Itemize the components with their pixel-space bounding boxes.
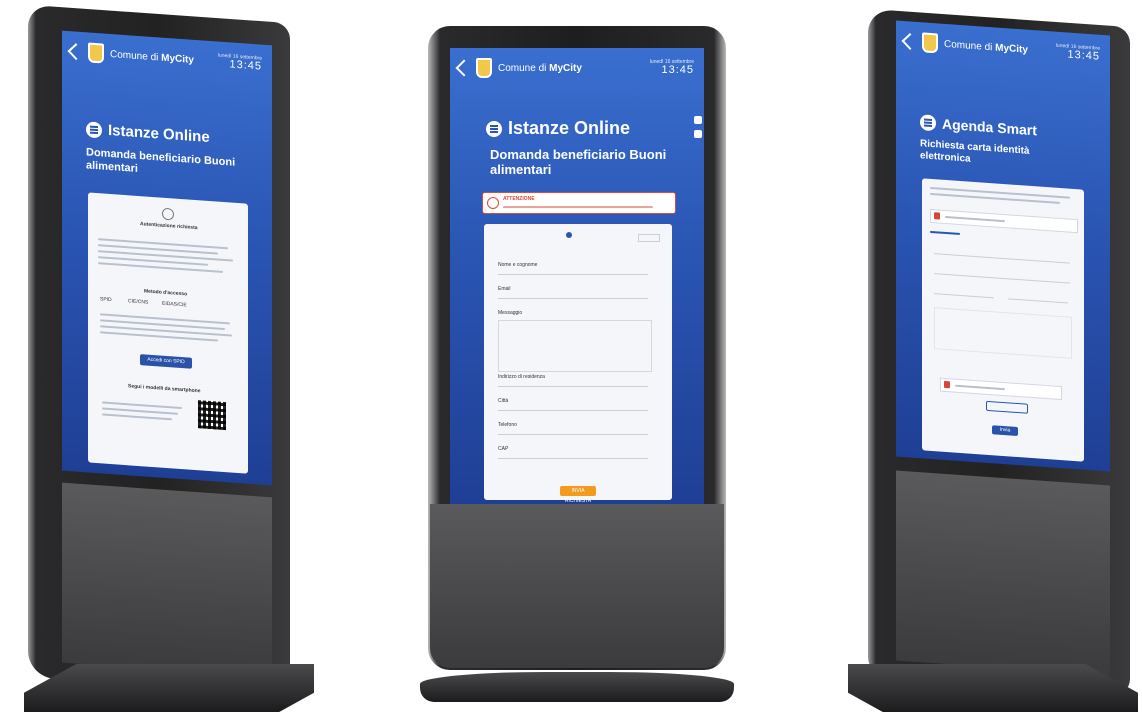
- field-time-input[interactable]: [934, 273, 1070, 284]
- info-icon: [162, 207, 174, 221]
- kiosk-left: Comune di MyCity lunedì 16 settembre 13:…: [0, 0, 330, 718]
- step-indicator: [566, 232, 572, 238]
- field-city-label: Città: [498, 398, 509, 404]
- kiosk-left-body: [62, 482, 272, 678]
- kiosk-right: Comune di MyCity lunedì 16 settembre 13:…: [830, 0, 1142, 718]
- tab-cie-cns[interactable]: CIE/CNS: [128, 298, 148, 305]
- field-address-label: Indirizzo di residenza: [498, 374, 545, 380]
- field-email-label: Email: [498, 286, 511, 292]
- document-icon: [944, 380, 950, 389]
- tab-spid[interactable]: SPID: [100, 296, 112, 303]
- field-cap-label: CAP: [498, 446, 509, 452]
- auth-heading: Autenticazione richiesta: [140, 221, 198, 232]
- service-icon: [920, 114, 936, 132]
- service-icon: [486, 120, 502, 137]
- back-icon[interactable]: [455, 59, 473, 77]
- field-phone-input[interactable]: [498, 434, 648, 435]
- kiosk-left-base: [24, 664, 314, 712]
- page-subtitle: Domanda beneficiario Buoni alimentari: [86, 146, 236, 175]
- kiosk-center-base: [420, 672, 734, 702]
- clock: lunedì 16 settembre 13:45: [1056, 42, 1100, 63]
- field-message-textarea[interactable]: [498, 320, 652, 372]
- kiosk-right-body: [896, 470, 1110, 676]
- field-cap-input[interactable]: [498, 458, 648, 459]
- field-email-input[interactable]: [498, 298, 648, 299]
- side-toggle-1[interactable]: [694, 116, 702, 124]
- field-name-label: Nome e cognome: [498, 262, 538, 268]
- service-title: Agenda Smart: [920, 114, 1100, 143]
- field-surname-input[interactable]: [1008, 298, 1068, 304]
- upload-button[interactable]: [986, 400, 1028, 414]
- municipality-crest-icon: [922, 32, 938, 54]
- methods-title: Metodo d'accesso: [144, 288, 188, 298]
- kiosk-right-base: [848, 664, 1138, 712]
- page-subtitle: Richiesta carta identità elettronica: [920, 138, 1030, 165]
- alert-title: ATTENZIONE: [503, 196, 535, 202]
- warning-alert: ATTENZIONE: [482, 192, 676, 214]
- submit-button[interactable]: Invia: [992, 425, 1018, 437]
- side-toggle-2[interactable]: [694, 130, 702, 138]
- field-date-input[interactable]: [934, 253, 1070, 264]
- municipality-name: Comune di MyCity: [498, 62, 582, 74]
- qr-code: [198, 400, 226, 431]
- kiosk-center-body: [430, 504, 724, 668]
- warning-icon: [487, 197, 499, 209]
- attachment-row[interactable]: [940, 377, 1062, 401]
- booking-form: Invia: [922, 178, 1084, 462]
- municipality-crest-icon: [88, 42, 104, 64]
- language-select[interactable]: [638, 234, 660, 242]
- request-form: Nome e cognome Email Messaggio Indirizzo…: [484, 224, 672, 500]
- field-name-input[interactable]: [934, 293, 994, 299]
- spid-login-button[interactable]: Accedi con SPID: [140, 354, 192, 369]
- clock-date: lunedì 16 settembre: [649, 58, 694, 65]
- municipality-crest-icon: [476, 58, 492, 78]
- back-icon[interactable]: [901, 33, 919, 50]
- tab-eidas[interactable]: EIDAS/CIE: [162, 301, 187, 309]
- id-card-icon: [934, 212, 940, 220]
- field-message-label: Messaggio: [498, 310, 523, 316]
- back-icon[interactable]: [67, 43, 85, 61]
- selected-service[interactable]: [930, 208, 1078, 234]
- service-title: Istanze Online: [86, 120, 262, 149]
- municipality-name: Comune di MyCity: [110, 48, 194, 66]
- clock: lunedì 16 settembre 13:45: [649, 58, 694, 77]
- field-phone-label: Telefono: [498, 422, 517, 428]
- field-address-input[interactable]: [498, 386, 648, 387]
- clock-time: 13:45: [661, 63, 694, 76]
- kiosk-center-screen: Comune di MyCity lunedì 16 settembre 13:…: [450, 48, 704, 504]
- kiosk-center: Comune di MyCity lunedì 16 settembre 13:…: [400, 0, 750, 718]
- service-title: Istanze Online: [486, 118, 694, 139]
- page-subtitle: Domanda beneficiario Buoni alimentari: [490, 147, 667, 177]
- submit-button[interactable]: INVIA RICHIESTA: [560, 486, 596, 504]
- clock: lunedì 16 settembre 13:45: [218, 52, 262, 73]
- smartphone-title: Segui i modelli da smartphone: [128, 383, 201, 395]
- service-icon: [86, 120, 102, 138]
- auth-card: Autenticazione richiesta Metodo d'access…: [88, 192, 248, 474]
- field-city-input[interactable]: [498, 410, 648, 411]
- kiosk-right-screen: Comune di MyCity lunedì 16 settembre 13:…: [896, 20, 1110, 472]
- app-header: Comune di MyCity lunedì 16 settembre 13:…: [450, 48, 704, 88]
- field-notes-textarea[interactable]: [934, 307, 1072, 359]
- municipality-name: Comune di MyCity: [944, 38, 1028, 56]
- field-name-input[interactable]: [498, 274, 648, 275]
- kiosk-left-screen: Comune di MyCity lunedì 16 settembre 13:…: [62, 30, 272, 486]
